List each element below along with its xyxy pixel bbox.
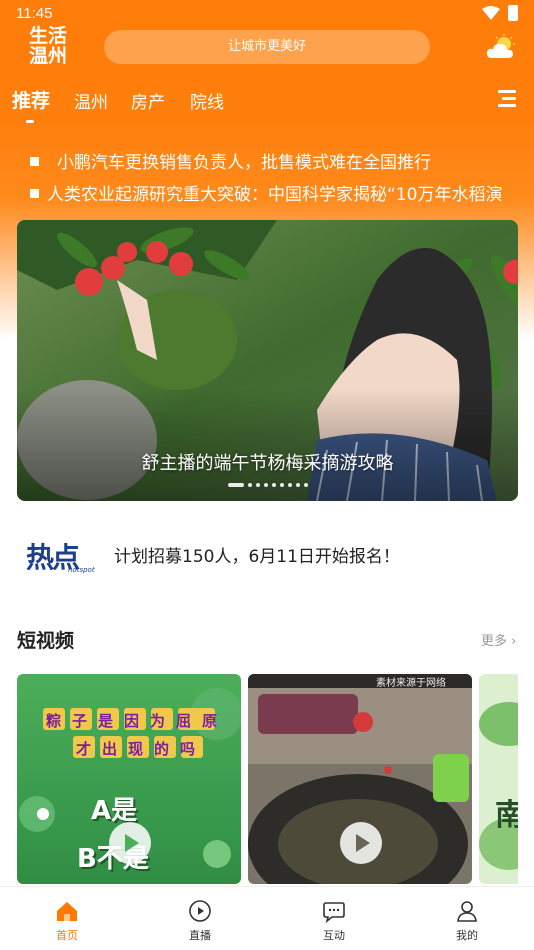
- user-icon: [457, 901, 477, 922]
- nav-live[interactable]: 直播: [170, 899, 230, 943]
- carousel-dot[interactable]: [255, 483, 260, 487]
- video-title-line1: 粽子是因为屈原: [46, 712, 229, 730]
- nav-label: 直播: [189, 929, 211, 942]
- section-title: 短视频: [17, 630, 75, 652]
- logo-line2: 温州: [28, 45, 67, 67]
- home-icon: [57, 902, 77, 921]
- nav-interact[interactable]: 互动: [304, 899, 364, 943]
- more-label: 更多: [481, 634, 508, 649]
- tab-realestate[interactable]: 房产: [131, 88, 165, 113]
- video-card[interactable]: 南: [479, 674, 518, 884]
- play-icon: [189, 900, 211, 922]
- bottom-nav: 首页 直播 互动 我的: [0, 886, 534, 950]
- headline-item[interactable]: 人类农业起源研究重大突破：中国科学家揭秘“10万年水稻演: [30, 180, 534, 204]
- status-bar: 11:45: [0, 0, 534, 28]
- hotspot-logo-sub: hotspot: [68, 566, 95, 574]
- partly-cloudy-icon[interactable]: [486, 34, 516, 60]
- featured-banner[interactable]: 舒主播的端午节杨梅采摘游攻略: [17, 220, 518, 501]
- search-bar[interactable]: 让城市更美好: [104, 30, 430, 64]
- tab-label: 院线: [190, 93, 224, 113]
- tab-cinema[interactable]: 院线: [190, 88, 224, 113]
- search-placeholder: 让城市更美好: [227, 39, 306, 54]
- tab-label: 温州: [74, 93, 108, 113]
- carousel-dot[interactable]: [247, 483, 252, 487]
- active-tab-indicator: [26, 120, 34, 123]
- carousel-dot[interactable]: [279, 483, 284, 487]
- battery-icon: [508, 5, 518, 21]
- headline-text: 小鹏汽车更换销售负责人，批售模式难在全国推行: [57, 153, 431, 172]
- play-icon[interactable]: [107, 820, 153, 866]
- video-partial-text: 南: [495, 798, 518, 833]
- nav-label: 我的: [456, 929, 478, 942]
- wifi-icon: [482, 6, 500, 20]
- video-card[interactable]: 粽子是因为屈原 才出现的吗 A是 B不是: [17, 674, 241, 884]
- video-card[interactable]: 素材来源于网络: [248, 674, 472, 884]
- bullet-icon: [30, 156, 39, 166]
- bullet-icon: [30, 188, 39, 198]
- status-time: 11:45: [16, 5, 53, 22]
- more-link[interactable]: 更多 ›: [481, 630, 516, 649]
- chevron-right-icon: ›: [507, 634, 517, 649]
- play-icon[interactable]: [338, 820, 384, 866]
- carousel-dot[interactable]: [263, 483, 268, 487]
- video-thumbnail: [479, 674, 518, 884]
- carousel-dot[interactable]: [287, 483, 292, 487]
- nav-label: 首页: [56, 929, 78, 942]
- headline-text: 人类农业起源研究重大突破：中国科学家揭秘“10万年水稻演: [47, 185, 503, 204]
- tab-label: 房产: [131, 93, 165, 113]
- menu-icon[interactable]: [498, 90, 518, 108]
- video-title-line2: 才出现的吗: [76, 740, 207, 758]
- hotspot-ticker[interactable]: 热点 hotspot 计划招募150人，6月11日开始报名！: [26, 536, 516, 576]
- headline-item[interactable]: 小鹏汽车更换销售负责人，批售模式难在全国推行: [30, 148, 534, 172]
- carousel-dot[interactable]: [227, 483, 244, 487]
- nav-profile[interactable]: 我的: [437, 899, 497, 943]
- tab-wenzhou[interactable]: 温州: [74, 88, 108, 113]
- nav-home[interactable]: 首页: [37, 899, 97, 943]
- hotspot-logo: 热点 hotspot: [26, 536, 100, 574]
- nav-label: 互动: [323, 929, 345, 942]
- tab-recommend[interactable]: 推荐: [12, 86, 51, 123]
- carousel-dots: [17, 483, 518, 487]
- carousel-dot[interactable]: [295, 483, 300, 487]
- hotspot-text: 计划招募150人，6月11日开始报名！: [114, 547, 400, 567]
- carousel-dot[interactable]: [303, 483, 308, 487]
- video-watermark: 素材来源于网络: [376, 678, 446, 689]
- channel-tabs: 推荐 温州 房产 院线: [0, 86, 534, 123]
- carousel-dot[interactable]: [271, 483, 276, 487]
- logo-line1: 生活: [28, 25, 67, 47]
- chat-icon: [323, 902, 345, 923]
- banner-caption: 舒主播的端午节杨梅采摘游攻略: [141, 453, 394, 474]
- tab-label: 推荐: [12, 90, 51, 112]
- video-carousel: 粽子是因为屈原 才出现的吗 A是 B不是 素材来源于网络 南: [17, 674, 518, 884]
- app-logo[interactable]: 生活 温州: [26, 26, 70, 70]
